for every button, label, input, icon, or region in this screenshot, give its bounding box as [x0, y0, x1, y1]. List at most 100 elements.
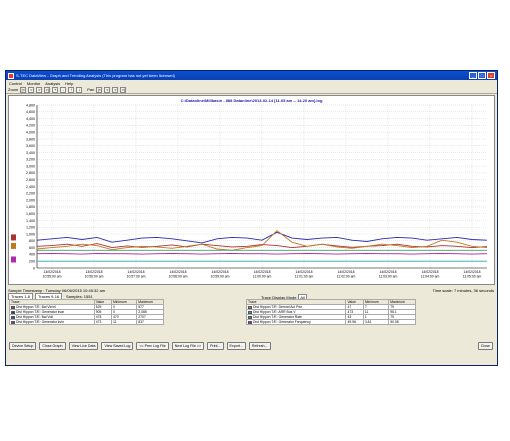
x-tick-time: 10:58:00 am — [169, 275, 188, 279]
close-graph-button[interactable]: Close Graph — [39, 342, 66, 350]
trace-name-cell: Dist Hippon T/E: Generator Frequency — [245, 319, 347, 325]
x-tick-time: 11:03:00 am — [379, 275, 398, 279]
minimize-button[interactable]: _ — [469, 72, 477, 79]
trace-name: Dist Hippon T/E: Generator kvhr — [16, 320, 65, 324]
y-tick-label: 2,600 — [26, 178, 35, 182]
view-saved-log-button[interactable]: View Saved Log — [101, 342, 134, 350]
device-setup-button[interactable]: Device Setup — [9, 342, 37, 350]
trace-color-swatch[interactable] — [248, 305, 252, 309]
trace-minimum: 3.81 — [362, 319, 390, 325]
y-tick-label: 3,800 — [26, 137, 35, 141]
close-window-button[interactable]: × — [487, 72, 495, 79]
trace-color-swatch[interactable] — [11, 320, 15, 324]
trace-color-swatch[interactable] — [248, 315, 252, 319]
x-tick-date: 14/02/2018 — [254, 270, 271, 274]
zoom-up-button[interactable]: ↑ — [68, 86, 75, 93]
pan-last-button[interactable]: >| — [120, 86, 127, 93]
pan-first-button[interactable]: |< — [96, 86, 103, 93]
x-tick-time: 11:00:00 am — [253, 275, 272, 279]
toolbar: Zoom |< < > >| + - ↑ ↓ Pan |< < > >| — [6, 86, 497, 94]
trace-maximum: 837 — [136, 319, 164, 325]
zoom-in-button[interactable]: + — [52, 86, 59, 93]
trace-value: 473 — [93, 319, 112, 325]
zoom-first-button[interactable]: |< — [20, 86, 27, 93]
zoom-last-button[interactable]: >| — [44, 86, 51, 93]
zoom-out-button[interactable]: - — [60, 86, 67, 93]
trace-name: Dist Hippon T/E: Bal Volt — [16, 315, 54, 319]
pan-label: Pan — [87, 87, 95, 92]
next-log-file-button[interactable]: Next Log File >> — [171, 342, 205, 350]
trace-name-cell: Dist Hippon T/E: Generator kvhr — [9, 319, 95, 325]
button-bar: Device Setup Close Graph View Live Data … — [9, 342, 271, 350]
menu-analysis[interactable]: Analysis — [45, 81, 60, 86]
x-tick-date: 14/02/2018 — [338, 270, 355, 274]
x-tick-time: 10:55:00 am — [43, 275, 62, 279]
x-tick-time: 11:05:00 am — [463, 275, 482, 279]
close-button[interactable]: Close — [477, 342, 493, 350]
maximize-button[interactable]: □ — [478, 72, 486, 79]
x-tick-date: 13/02/2018 — [44, 270, 61, 274]
print-button[interactable]: Print... — [207, 342, 224, 350]
zoom-down-button[interactable]: ↓ — [76, 86, 83, 93]
y-tick-label: 1,200 — [26, 226, 35, 230]
x-tick-time: 11:04:00 am — [421, 275, 440, 279]
y-tick-label: 2,200 — [26, 192, 35, 196]
menu-help[interactable]: Help — [65, 81, 73, 86]
trace-color-swatch[interactable] — [11, 310, 15, 314]
y-tick-label: 2,400 — [26, 185, 35, 189]
zoom-next-button[interactable]: > — [36, 86, 43, 93]
y-tick-label: 600 — [29, 246, 35, 250]
pan-next-button[interactable]: > — [112, 86, 119, 93]
refresh-button[interactable]: Refresh... — [248, 342, 271, 350]
graph-panel[interactable]: C:\Datanline\Millbasin - 888 Datanline\2… — [8, 95, 495, 285]
x-tick-date: 14/02/2018 — [128, 270, 145, 274]
trace-table-left: Trace Value Minimum Maximum Dist Hippon T/E:… — [9, 299, 164, 325]
trace-name: Dist Hippon T/E: Generator Rate — [253, 315, 302, 319]
y-tick-label: 2,800 — [26, 171, 35, 175]
y-tick-label: 3,600 — [26, 144, 35, 148]
menu-monitor[interactable]: Monitor — [27, 81, 40, 86]
trace-table-right: Trace Value Minimum Maximum Dist Hippon T/E:… — [245, 299, 416, 325]
trace-color-swatch[interactable] — [11, 315, 15, 319]
prev-log-file-button[interactable]: << Prev Log File — [136, 342, 169, 350]
y-tick-label: 1,400 — [26, 219, 35, 223]
trend-chart[interactable]: 4,800 4,600 4,400 4,200 4,000 3,800 3,600 3,400… — [9, 96, 496, 286]
view-live-data-button[interactable]: View Live Data — [68, 342, 99, 350]
x-tick-date: 14/02/2018 — [296, 270, 313, 274]
x-tick-time: 11:02:00 am — [337, 275, 356, 279]
table-row[interactable]: Dist Hippon T/E: Generator Frequency 49.9… — [245, 319, 416, 325]
x-tick-time: 10:59:00 am — [211, 275, 230, 279]
trace-value: 49.96 — [345, 319, 364, 325]
trace-name: Dist Hippon T/E: Bal Vin/el — [16, 305, 56, 309]
menu-control[interactable]: Control — [9, 81, 22, 86]
trace-marker — [11, 242, 16, 249]
pan-prev-button[interactable]: < — [104, 86, 111, 93]
y-tick-label: 4,800 — [26, 103, 35, 107]
y-tick-label: 4,600 — [26, 110, 35, 114]
y-tick-label: 0 — [33, 266, 35, 270]
x-tick-date: 13/02/2018 — [86, 270, 103, 274]
trace-color-swatch[interactable] — [248, 320, 252, 324]
y-tick-label: 200 — [29, 260, 35, 264]
trace-name: Dist Hippon T/E: ARR Bus V — [253, 310, 296, 314]
trace-name: Dist Hippon T/E: Generator kvar — [16, 310, 65, 314]
x-tick-date: 14/02/2018 — [464, 270, 481, 274]
y-tick-label: 4,400 — [26, 117, 35, 121]
y-tick-label: 4,200 — [26, 124, 35, 128]
title-bar: S-TEC DataView - Graph and Trending Anal… — [6, 71, 497, 80]
trace-marker — [11, 256, 16, 263]
y-tick-label: 1,000 — [26, 232, 35, 236]
y-tick-label: 1,600 — [26, 212, 35, 216]
zoom-prev-button[interactable]: < — [28, 86, 35, 93]
y-tick-label: 1,800 — [26, 205, 35, 209]
x-tick-date: 14/02/2018 — [380, 270, 397, 274]
export-button[interactable]: Export... — [226, 342, 246, 350]
trace-color-swatch[interactable] — [11, 305, 15, 309]
x-tick-time: 10:57:00 am — [127, 275, 146, 279]
y-tick-label: 800 — [29, 239, 35, 243]
y-tick-label: 3,200 — [26, 158, 35, 162]
table-row[interactable]: Dist Hippon T/E: Generator kvhr 473 11 837 — [9, 319, 164, 325]
trace-name: Dist Hippon T/E: Generator Frequency — [253, 320, 311, 324]
trace-name: Dist Hippon T/E: Demnd Act Pwr — [253, 305, 302, 309]
trace-color-swatch[interactable] — [248, 310, 252, 314]
